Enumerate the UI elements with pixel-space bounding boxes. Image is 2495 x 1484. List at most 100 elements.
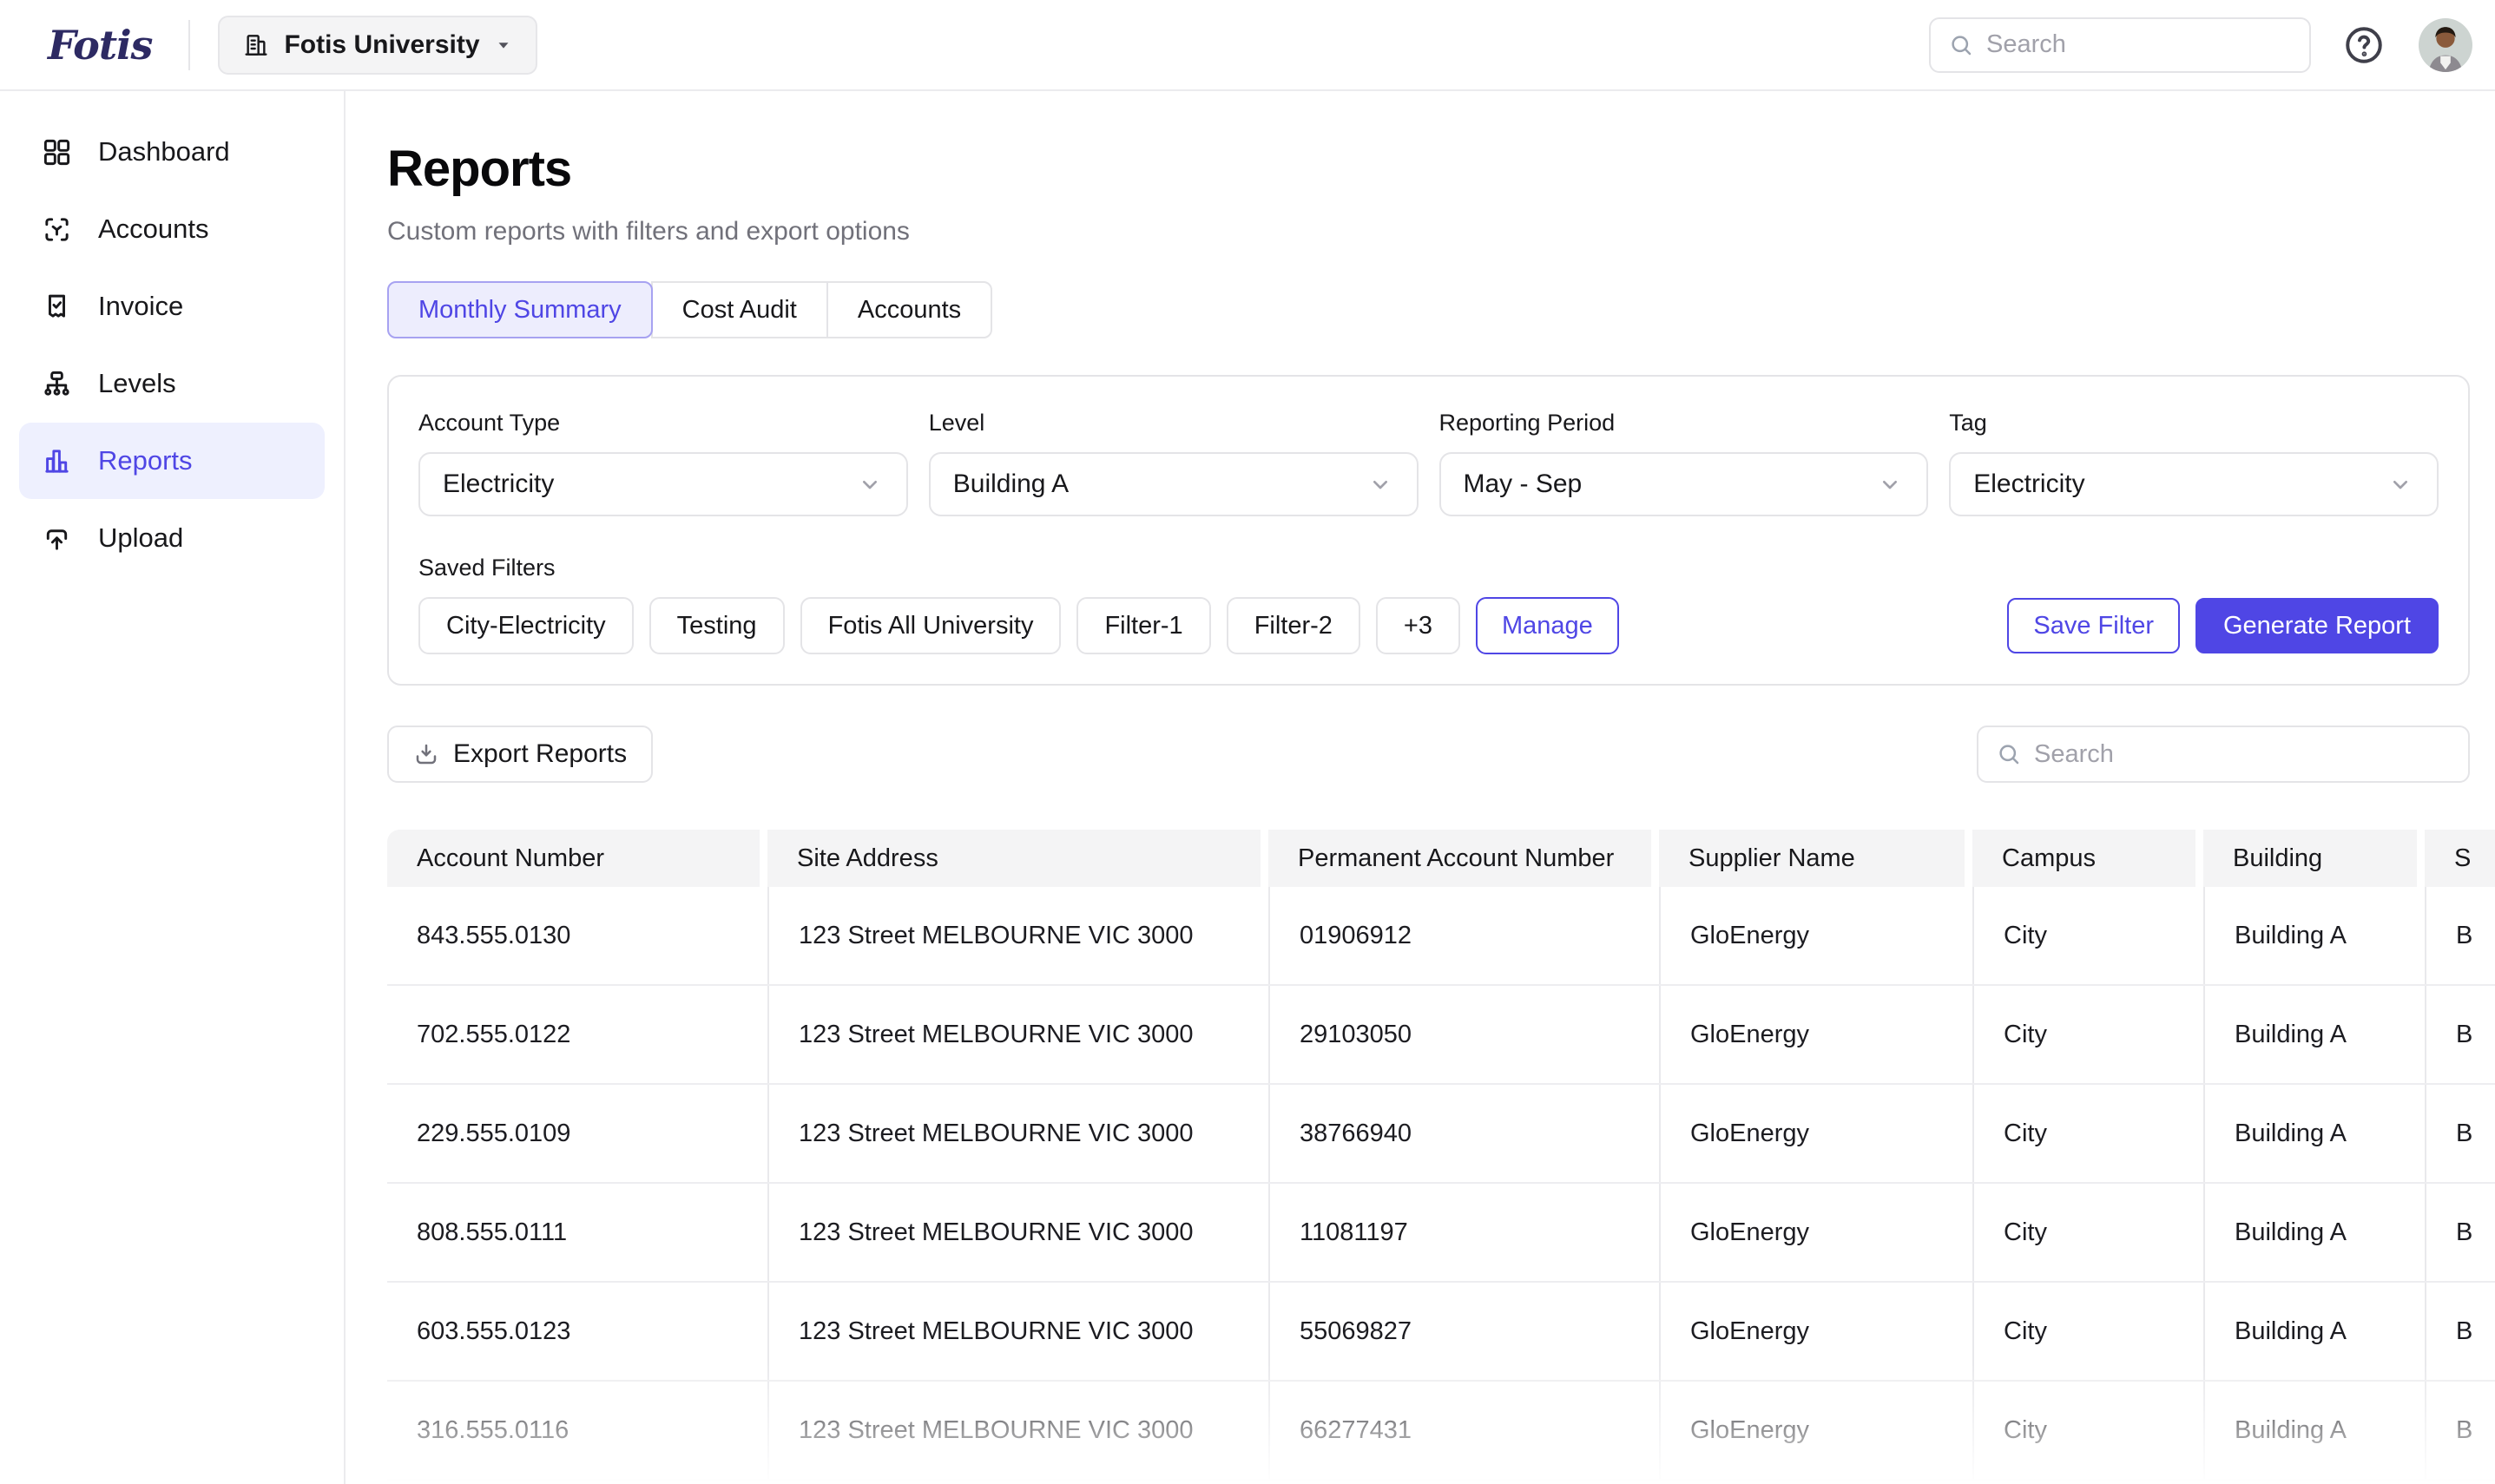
- table-cell: City: [1972, 986, 2203, 1083]
- download-icon: [413, 741, 439, 767]
- sidebar-item-label: Reports: [98, 445, 193, 476]
- sidebar-item-accounts[interactable]: Accounts: [19, 191, 325, 267]
- table-cell: Building A: [2203, 1184, 2425, 1281]
- filter-field-level: Level Building A: [929, 410, 1419, 516]
- saved-filter-chip-filter-2[interactable]: Filter-2: [1227, 597, 1360, 654]
- table-cell: 123 Street MELBOURNE VIC 3000: [767, 1382, 1268, 1479]
- column-header-account-number[interactable]: Account Number: [387, 830, 767, 887]
- filter-field-label: Reporting Period: [1439, 410, 1929, 437]
- table-cell: B: [2425, 1382, 2495, 1479]
- saved-filter-chip-3[interactable]: +3: [1376, 597, 1460, 654]
- sidebar-item-label: Accounts: [98, 213, 209, 245]
- sidebar-item-label: Dashboard: [98, 136, 230, 167]
- filter-card: Account Type Electricity Level Building A Re…: [387, 375, 2470, 686]
- manage-filters-button[interactable]: Manage: [1476, 597, 1619, 654]
- table-cell: 123 Street MELBOURNE VIC 3000: [767, 1184, 1268, 1281]
- chevron-down-icon: [1876, 470, 1904, 498]
- table-cell: B: [2425, 986, 2495, 1083]
- accounts-icon: [42, 214, 72, 245]
- topbar-divider: [188, 20, 190, 70]
- column-header-supplier-name[interactable]: Supplier Name: [1659, 830, 1972, 887]
- generate-report-button[interactable]: Generate Report: [2195, 598, 2439, 653]
- saved-filters-label: Saved Filters: [418, 555, 2439, 581]
- table-cell: 123 Street MELBOURNE VIC 3000: [767, 986, 1268, 1083]
- table-cell: GloEnergy: [1659, 1085, 1972, 1182]
- sidebar-item-label: Invoice: [98, 291, 183, 322]
- save-filter-button[interactable]: Save Filter: [2007, 598, 2180, 653]
- table-row[interactable]: 229.555.0109123 Street MELBOURNE VIC 300…: [387, 1085, 2495, 1184]
- table-cell: 229.555.0109: [387, 1085, 767, 1182]
- select-level[interactable]: Building A: [929, 452, 1419, 516]
- filter-field-label: Account Type: [418, 410, 908, 437]
- table-cell: Building A: [2203, 986, 2425, 1083]
- filter-field-tag: TagElectricity: [1949, 410, 2439, 516]
- table-cell: 808.555.0111: [387, 1184, 767, 1281]
- tab-monthly-summary[interactable]: Monthly Summary: [387, 281, 653, 338]
- caret-down-icon: [494, 36, 513, 55]
- tab-accounts[interactable]: Accounts: [826, 281, 992, 338]
- upload-icon: [42, 523, 72, 554]
- select-reporting-period[interactable]: May - Sep: [1439, 452, 1929, 516]
- export-reports-button[interactable]: Export Reports: [387, 726, 653, 783]
- search-icon: [1948, 32, 1974, 58]
- saved-filter-chip-fotis-all-university[interactable]: Fotis All University: [800, 597, 1062, 654]
- table-cell: 843.555.0130: [387, 887, 767, 984]
- sidebar-item-levels[interactable]: Levels: [19, 345, 325, 422]
- sidebar: Dashboard Accounts Invoice Levels Reports Upl…: [0, 91, 346, 1484]
- table-cell: 55069827: [1268, 1283, 1659, 1380]
- column-header-campus[interactable]: Campus: [1972, 830, 2203, 887]
- sidebar-item-reports[interactable]: Reports: [19, 423, 325, 499]
- reports-table: Account NumberSite AddressPermanent Acco…: [387, 830, 2495, 1481]
- table-row[interactable]: 316.555.0116123 Street MELBOURNE VIC 300…: [387, 1382, 2495, 1481]
- table-cell: GloEnergy: [1659, 887, 1972, 984]
- table-row[interactable]: 702.555.0122123 Street MELBOURNE VIC 300…: [387, 986, 2495, 1085]
- sidebar-item-upload[interactable]: Upload: [19, 500, 325, 576]
- topbar: Fotis Fotis University: [0, 0, 2495, 91]
- saved-filter-chips: City-Electricity Testing Fotis All Univers…: [418, 597, 1460, 654]
- column-header-site-address[interactable]: Site Address: [767, 830, 1268, 887]
- table-header-row: Account NumberSite AddressPermanent Acco…: [387, 830, 2495, 887]
- saved-filters-row: City-Electricity Testing Fotis All Univers…: [418, 597, 2439, 654]
- tab-cost-audit[interactable]: Cost Audit: [651, 281, 828, 338]
- dashboard-icon: [42, 137, 72, 167]
- table-cell: Building A: [2203, 887, 2425, 984]
- org-selector-label: Fotis University: [284, 30, 479, 60]
- table-row[interactable]: 808.555.0111123 Street MELBOURNE VIC 300…: [387, 1184, 2495, 1283]
- column-header-building[interactable]: Building: [2203, 830, 2425, 887]
- table-cell: 123 Street MELBOURNE VIC 3000: [767, 1283, 1268, 1380]
- select-value: May - Sep: [1464, 469, 1583, 499]
- help-icon: [2342, 23, 2386, 67]
- saved-filter-chip-testing[interactable]: Testing: [649, 597, 785, 654]
- table-cell: GloEnergy: [1659, 1382, 1972, 1479]
- filter-field-label: Level: [929, 410, 1419, 437]
- export-reports-label: Export Reports: [453, 739, 627, 769]
- user-avatar[interactable]: [2419, 18, 2472, 72]
- sidebar-item-dashboard[interactable]: Dashboard: [19, 114, 325, 190]
- saved-filter-chip-filter-1[interactable]: Filter-1: [1076, 597, 1210, 654]
- select-tag[interactable]: Electricity: [1949, 452, 2439, 516]
- column-header-s[interactable]: S: [2425, 830, 2495, 887]
- select-account-type[interactable]: Electricity: [418, 452, 908, 516]
- saved-filter-chip-city-electricity[interactable]: City-Electricity: [418, 597, 634, 654]
- sidebar-nav: Dashboard Accounts Invoice Levels Reports Upl…: [19, 114, 325, 576]
- global-search-input[interactable]: [1986, 30, 2292, 59]
- table-cell: City: [1972, 887, 2203, 984]
- table-cell: Building A: [2203, 1085, 2425, 1182]
- table-row[interactable]: 603.555.0123123 Street MELBOURNE VIC 300…: [387, 1283, 2495, 1382]
- table-cell: 11081197: [1268, 1184, 1659, 1281]
- table-cell: City: [1972, 1382, 2203, 1479]
- column-header-permanent-account-number[interactable]: Permanent Account Number: [1268, 830, 1659, 887]
- table-search: [1977, 726, 2470, 783]
- table-search-input[interactable]: [2034, 740, 2451, 769]
- select-value: Electricity: [443, 469, 554, 499]
- table-cell: B: [2425, 1184, 2495, 1281]
- main-content: Reports Custom reports with filters and …: [346, 91, 2495, 1484]
- sidebar-item-invoice[interactable]: Invoice: [19, 268, 325, 345]
- org-selector[interactable]: Fotis University: [218, 16, 537, 75]
- invoice-icon: [42, 292, 72, 322]
- table-cell: GloEnergy: [1659, 1184, 1972, 1281]
- table-row[interactable]: 843.555.0130123 Street MELBOURNE VIC 300…: [387, 887, 2495, 986]
- table-cell: 66277431: [1268, 1382, 1659, 1479]
- help-button[interactable]: [2342, 23, 2386, 67]
- table-toolbar: Export Reports: [387, 726, 2470, 783]
